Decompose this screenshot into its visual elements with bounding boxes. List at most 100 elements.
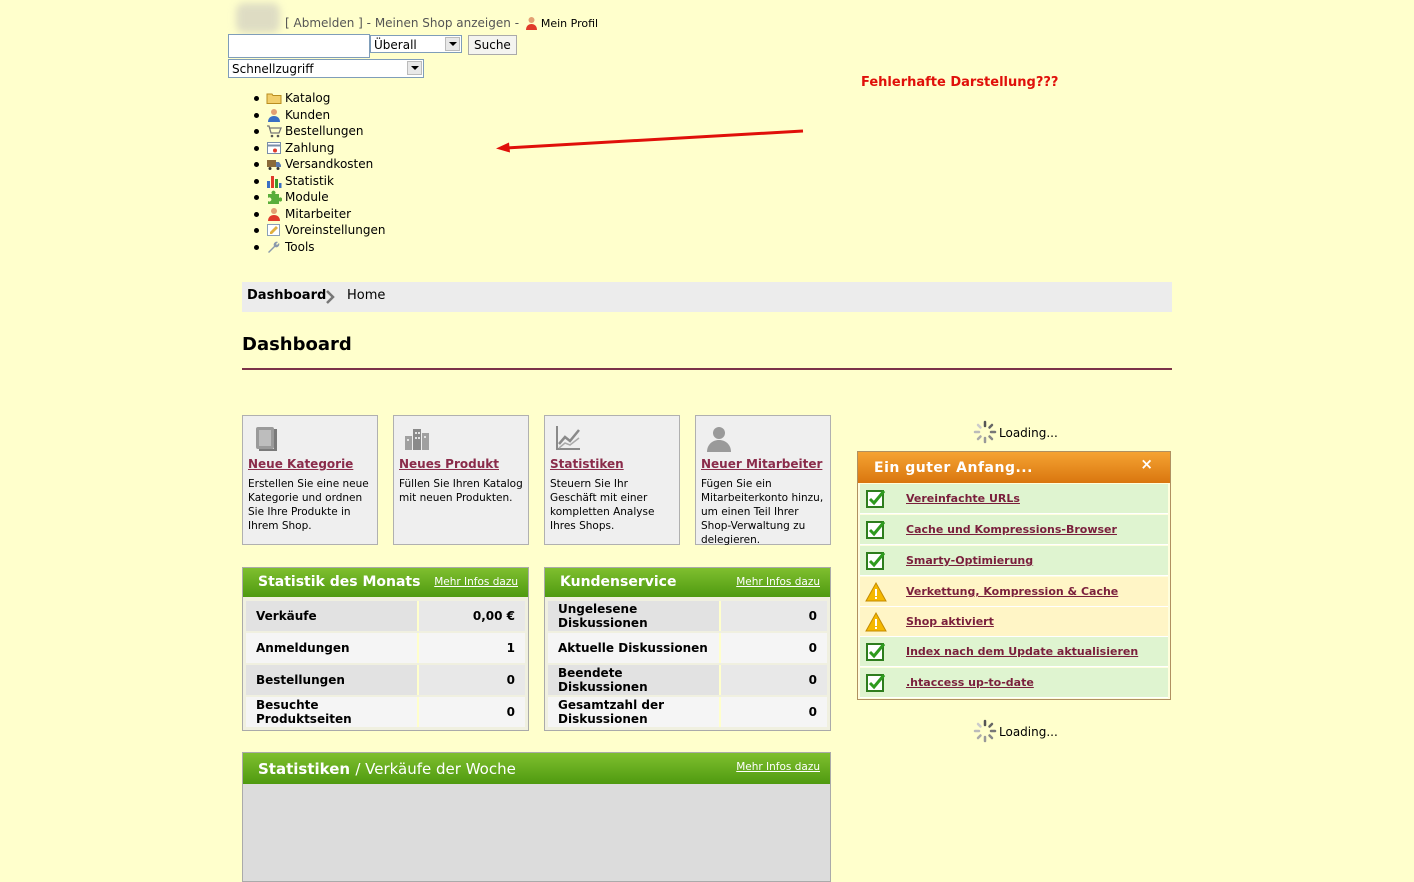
- header-links: [ Abmelden ] - Meinen Shop anzeigen - Me…: [285, 16, 599, 30]
- checklist-item: .htaccess up-to-date: [860, 668, 1168, 698]
- buildings-icon: [405, 429, 429, 450]
- user-avatar: [236, 3, 280, 33]
- search-input[interactable]: [228, 34, 370, 58]
- title-divider: [242, 368, 1172, 370]
- table-row: Ungelesene Diskussionen 0: [548, 601, 827, 631]
- breadcrumb-dashboard[interactable]: Dashboard: [247, 288, 326, 303]
- search-scope-select[interactable]: Überall: [370, 35, 462, 53]
- menu-item-zahlung[interactable]: Zahlung: [254, 140, 385, 157]
- menu-item-module[interactable]: Module: [254, 189, 385, 206]
- panel-header: Statistiken / Verkäufe der Woche Mehr In…: [243, 753, 830, 784]
- menu-item-bestellungen[interactable]: Bestellungen: [254, 123, 385, 140]
- good-start-panel: Ein guter Anfang... × Vereinfachte URLs …: [857, 451, 1171, 700]
- quick-access-select[interactable]: Schnellzugriff: [228, 59, 424, 78]
- more-info-link[interactable]: Mehr Infos dazu: [736, 576, 820, 588]
- folder-icon: [266, 93, 282, 104]
- check-icon: [866, 490, 886, 508]
- panel-header: Statistik des Monats Mehr Infos dazu: [243, 568, 528, 597]
- checklist-link[interactable]: Verkettung, Kompression & Cache: [906, 585, 1118, 598]
- bar-chart-icon: [267, 175, 282, 188]
- new-employee-link[interactable]: Neuer Mitarbeiter: [701, 457, 822, 471]
- truck-icon: [267, 160, 281, 170]
- customer-service-panel: Kundenservice Mehr Infos dazu Ungelesene…: [544, 567, 831, 731]
- panel-title: Ein guter Anfang...: [874, 460, 1033, 476]
- spinner-icon: [973, 719, 997, 743]
- tile-statistics[interactable]: Statistiken Steuern Sie Ihr Geschäft mit…: [544, 415, 680, 545]
- payment-icon: [267, 141, 281, 154]
- new-product-link[interactable]: Neues Produkt: [399, 457, 499, 471]
- line-chart-icon: [556, 426, 580, 450]
- panel-header: Ein guter Anfang... ×: [858, 452, 1170, 483]
- checklist-link[interactable]: Vereinfachte URLs: [906, 492, 1020, 505]
- profile-icon: [525, 17, 537, 30]
- tile-new-product[interactable]: Neues Produkt Füllen Sie Ihren Katalog m…: [393, 415, 529, 545]
- weekly-sales-panel: Statistiken / Verkäufe der Woche Mehr In…: [242, 752, 831, 882]
- loading-indicator: Loading...: [973, 719, 1058, 743]
- employee-icon: [268, 207, 280, 221]
- checklist-item: Smarty-Optimierung: [860, 546, 1168, 576]
- cart-icon: [267, 125, 282, 138]
- breadcrumb-home: Home: [347, 288, 386, 303]
- menu-item-kunden[interactable]: Kunden: [254, 107, 385, 124]
- tile-new-category[interactable]: Neue Kategorie Erstellen Sie eine neue K…: [242, 415, 378, 545]
- main-menu: Katalog Kunden Bestellungen Zahlung Vers…: [254, 90, 385, 255]
- person-silhouette-icon: [707, 427, 731, 452]
- checklist-item: Verkettung, Kompression & Cache: [860, 577, 1168, 607]
- monthly-stats-panel: Statistik des Monats Mehr Infos dazu Ver…: [242, 567, 529, 731]
- puzzle-icon: [268, 190, 283, 204]
- spinner-icon: [973, 420, 997, 444]
- checklist-link[interactable]: Shop aktiviert: [906, 615, 994, 628]
- warning-icon: [865, 581, 887, 602]
- new-category-link[interactable]: Neue Kategorie: [248, 457, 353, 471]
- menu-item-versandkosten[interactable]: Versandkosten: [254, 156, 385, 173]
- menu-item-mitarbeiter[interactable]: Mitarbeiter: [254, 206, 385, 223]
- statistics-link[interactable]: Statistiken: [550, 457, 624, 471]
- checklist-link[interactable]: Smarty-Optimierung: [906, 554, 1033, 567]
- customer-service-table: Ungelesene Diskussionen 0 Aktuelle Diskus…: [548, 599, 827, 729]
- more-info-link[interactable]: Mehr Infos dazu: [736, 761, 820, 773]
- checklist-item: Cache und Kompressions-Browser: [860, 515, 1168, 545]
- logout-link[interactable]: [ Abmelden ]: [285, 16, 363, 30]
- menu-item-katalog[interactable]: Katalog: [254, 90, 385, 107]
- table-row: Verkäufe 0,00 €: [246, 601, 525, 631]
- panel-title: Statistik des Monats: [258, 574, 421, 590]
- monthly-stats-table: Verkäufe 0,00 € Anmeldungen 1 Bestellungen…: [246, 599, 525, 729]
- menu-item-voreinstellungen[interactable]: Voreinstellungen: [254, 222, 385, 239]
- warning-icon: [865, 611, 887, 632]
- book-icon: [256, 427, 277, 451]
- table-row: Anmeldungen 1: [246, 633, 525, 663]
- preferences-icon: [267, 224, 280, 236]
- more-info-link[interactable]: Mehr Infos dazu: [434, 576, 518, 588]
- search-button[interactable]: Suche: [468, 35, 517, 55]
- checklist-link[interactable]: .htaccess up-to-date: [906, 676, 1034, 689]
- table-row: Bestellungen 0: [246, 665, 525, 695]
- checklist-item: Index nach dem Update aktualisieren: [860, 637, 1168, 667]
- panel-header: Kundenservice Mehr Infos dazu: [545, 568, 830, 597]
- customer-icon: [268, 108, 280, 122]
- tile-new-employee[interactable]: Neuer Mitarbeiter Fügen Sie ein Mitarbei…: [695, 415, 831, 546]
- chevron-down-icon[interactable]: [407, 61, 422, 75]
- checklist-link[interactable]: Cache und Kompressions-Browser: [906, 523, 1117, 536]
- annotation-arrow-icon: [496, 129, 804, 153]
- check-icon: [866, 521, 886, 539]
- chevron-down-icon[interactable]: [445, 37, 460, 51]
- table-row: Beendete Diskussionen 0: [548, 665, 827, 695]
- wrench-icon: [268, 241, 280, 253]
- annotation-text: Fehlerhafte Darstellung???: [861, 75, 1059, 90]
- breadcrumb: Dashboard Home: [242, 282, 1172, 312]
- table-row: Aktuelle Diskussionen 0: [548, 633, 827, 663]
- page-title: Dashboard: [242, 334, 352, 355]
- menu-item-tools[interactable]: Tools: [254, 239, 385, 256]
- check-icon: [866, 674, 886, 692]
- checklist-item: Shop aktiviert: [860, 607, 1168, 637]
- chevron-right-icon: [326, 290, 335, 304]
- view-shop-link[interactable]: Meinen Shop anzeigen: [375, 16, 511, 30]
- my-profile-link[interactable]: Mein Profil: [541, 17, 598, 30]
- checklist-item: Vereinfachte URLs: [860, 484, 1168, 514]
- table-row: Gesamtzahl der Diskussionen 0: [548, 697, 827, 727]
- check-icon: [866, 552, 886, 570]
- menu-item-statistik[interactable]: Statistik: [254, 173, 385, 190]
- close-icon[interactable]: ×: [1140, 455, 1153, 473]
- check-icon: [866, 643, 886, 661]
- checklist-link[interactable]: Index nach dem Update aktualisieren: [906, 645, 1138, 658]
